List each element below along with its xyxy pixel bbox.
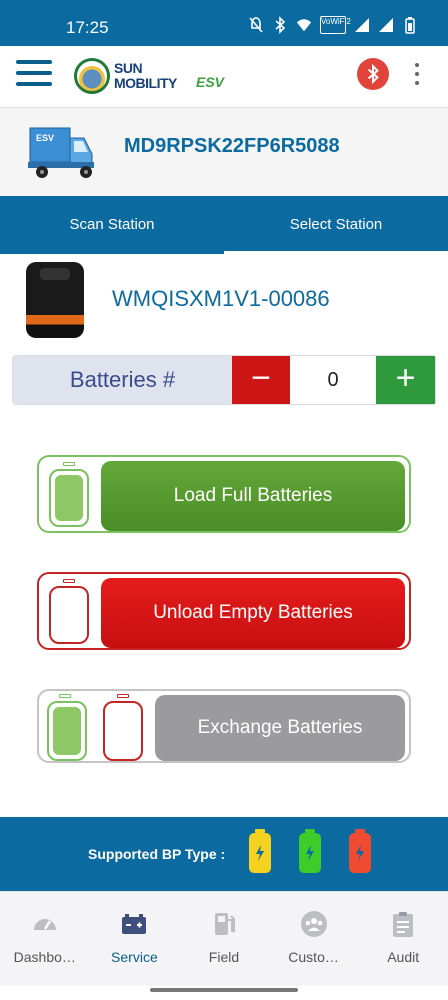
supported-bp-label: Supported BP Type : xyxy=(88,846,226,862)
increment-button[interactable]: + xyxy=(376,356,435,404)
battery-cap xyxy=(117,694,129,698)
vowifi-icon: VoWiFi2 xyxy=(320,16,351,34)
vehicle-icon-label: ESV xyxy=(36,133,54,143)
signal-icon xyxy=(379,18,393,32)
battery-service-icon xyxy=(122,914,147,934)
exchange-batteries-button[interactable]: Exchange Batteries xyxy=(37,689,411,763)
sun-mobility-logo: SUN MOBILITY ESV xyxy=(74,56,244,96)
lightning-icon xyxy=(256,845,264,861)
exchange-label: Exchange Batteries xyxy=(155,695,405,761)
decrement-button[interactable]: − xyxy=(232,356,290,404)
nav-audit[interactable]: Audit xyxy=(358,892,448,986)
full-battery-icon xyxy=(49,469,89,527)
bluetooth-icon xyxy=(367,63,379,85)
station-tabs: Scan Station Select Station xyxy=(0,196,448,254)
fuel-pump-icon xyxy=(214,913,235,935)
dashboard-icon xyxy=(33,919,56,930)
lightning-icon xyxy=(356,845,364,861)
bottom-nav: Dashbo… Service Field Custo… Audit xyxy=(0,891,448,986)
battery-cap xyxy=(63,462,75,466)
logo-emblem xyxy=(74,58,110,94)
nav-field[interactable]: Field xyxy=(179,892,269,986)
home-indicator[interactable] xyxy=(150,988,298,992)
menu-icon[interactable] xyxy=(16,60,52,88)
load-full-batteries-button[interactable]: Load Full Batteries xyxy=(37,455,411,533)
tab-scan-station[interactable]: Scan Station xyxy=(0,196,224,254)
empty-battery-icon xyxy=(49,586,89,644)
bp-type-green xyxy=(299,829,321,873)
load-label: Load Full Batteries xyxy=(101,461,405,531)
more-options-icon[interactable] xyxy=(410,60,424,88)
nav-customers[interactable]: Custo… xyxy=(269,892,359,986)
tab-select-station[interactable]: Select Station xyxy=(224,196,448,254)
vehicle-icon: ESV xyxy=(28,127,94,178)
batteries-count[interactable]: 0 xyxy=(290,356,376,404)
signal-icon xyxy=(355,18,369,32)
nav-service[interactable]: Service xyxy=(90,892,180,986)
bluetooth-icon xyxy=(275,16,286,34)
lightning-icon xyxy=(306,845,314,861)
battery-cap xyxy=(59,694,71,698)
bp-type-yellow xyxy=(249,829,271,873)
status-time: 17:25 xyxy=(66,18,109,37)
bp-type-red xyxy=(349,829,371,873)
mute-icon xyxy=(249,17,263,33)
station-id: WMQISXM1V1-00086 xyxy=(112,286,330,311)
status-bar: 17:25 VoWiFi2 xyxy=(0,0,448,46)
full-battery-icon xyxy=(47,701,87,761)
status-icons: VoWiFi2 xyxy=(248,16,418,34)
clipboard-icon xyxy=(393,912,414,937)
battery-icon xyxy=(405,17,415,34)
vehicle-row: ESV MD9RPSK22FP6R5088 xyxy=(0,108,448,196)
logo-esv: ESV xyxy=(196,74,225,90)
logo-text: SUN MOBILITY xyxy=(114,60,177,91)
station-row: WMQISXM1V1-00086 xyxy=(0,254,448,350)
customers-icon xyxy=(300,911,327,937)
station-image xyxy=(26,262,84,338)
wifi-icon xyxy=(296,19,312,32)
supported-bp-bar: Supported BP Type : xyxy=(0,817,448,891)
empty-battery-icon xyxy=(103,701,143,761)
batteries-stepper: Batteries # − 0 + xyxy=(12,355,436,405)
bluetooth-button[interactable] xyxy=(357,58,389,90)
unload-label: Unload Empty Batteries xyxy=(101,578,405,648)
vehicle-id: MD9RPSK22FP6R5088 xyxy=(124,135,340,157)
nav-dashboard[interactable]: Dashbo… xyxy=(0,892,90,986)
unload-empty-batteries-button[interactable]: Unload Empty Batteries xyxy=(37,572,411,650)
battery-cap xyxy=(63,579,75,583)
app-header: SUN MOBILITY ESV xyxy=(0,46,448,108)
batteries-label: Batteries # xyxy=(13,356,232,404)
